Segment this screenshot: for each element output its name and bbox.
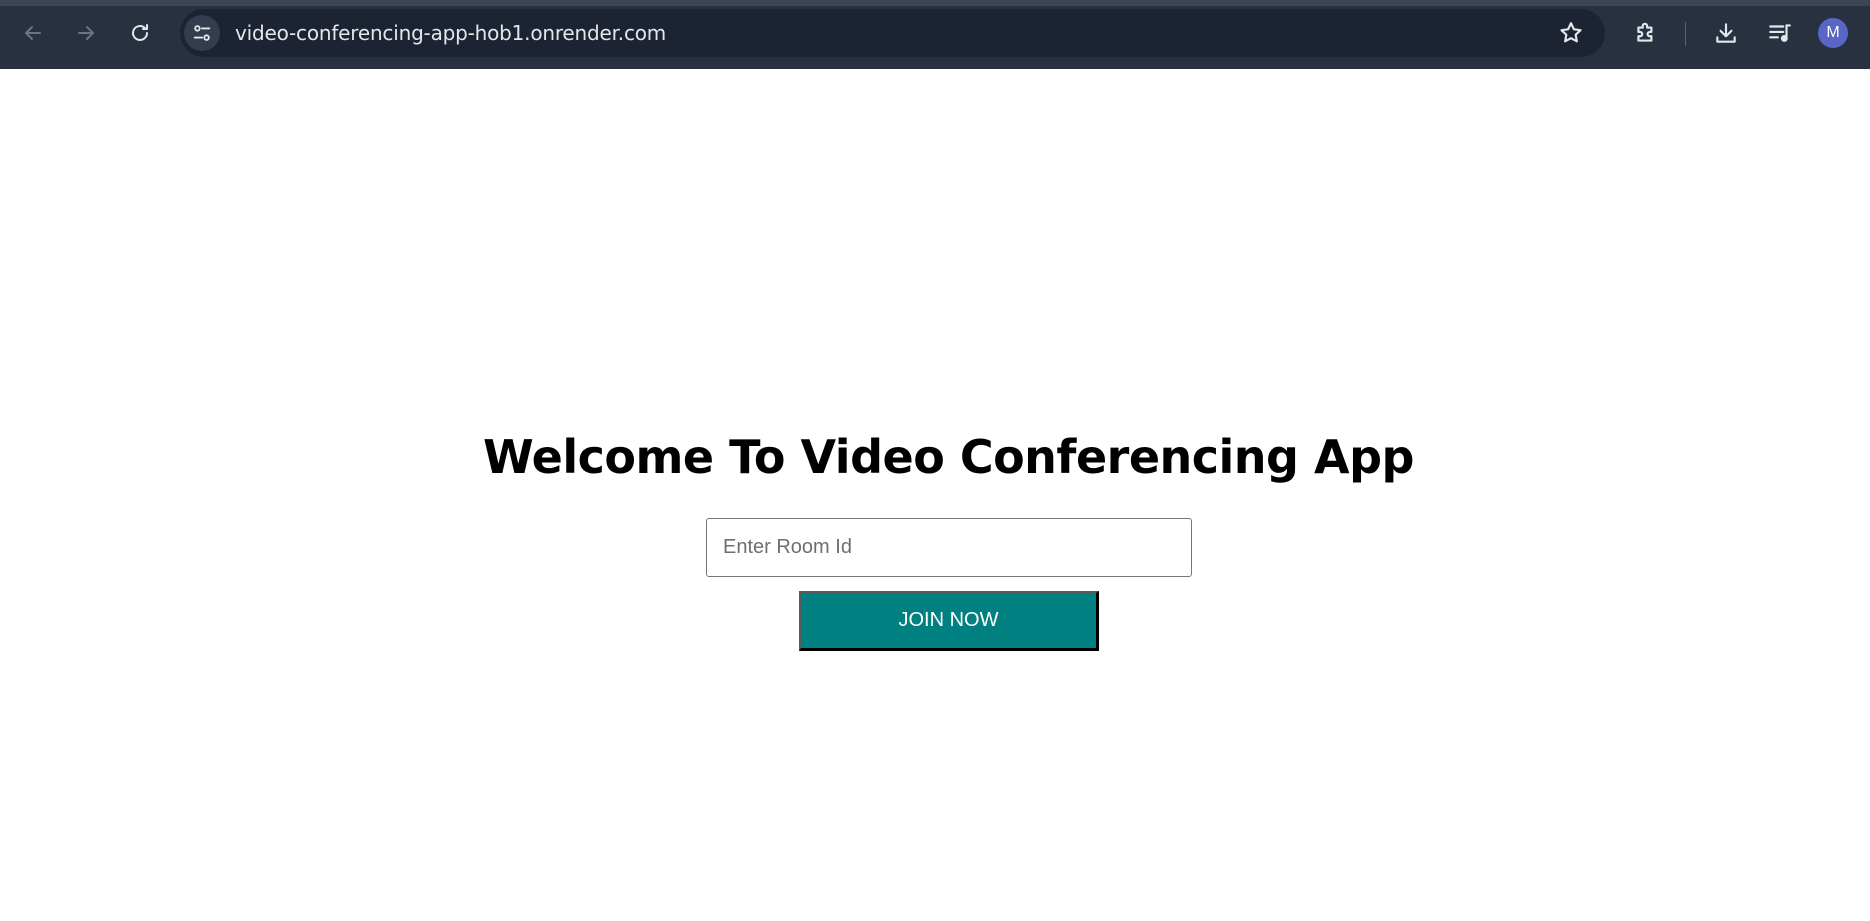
extensions-button[interactable] [1630,17,1662,49]
arrow-left-icon [25,26,41,40]
puzzle-icon [1637,22,1653,42]
url-text[interactable]: video-conferencing-app-hob1.onrender.com [235,9,666,57]
page-title: Welcome To Video Conferencing App [483,430,1414,484]
reload-icon [132,24,148,41]
room-id-input[interactable] [706,518,1192,577]
browser-toolbar: video-conferencing-app-hob1.onrender.com… [0,0,1870,69]
profile-avatar[interactable]: M [1818,18,1848,48]
download-icon [1716,23,1736,43]
back-button[interactable] [15,15,51,51]
address-bar[interactable]: video-conferencing-app-hob1.onrender.com [180,9,1605,57]
tune-icon [193,25,211,41]
join-now-button[interactable]: JOIN NOW [799,591,1099,651]
reload-button[interactable] [122,15,158,51]
downloads-button[interactable] [1710,17,1742,49]
star-icon [1560,22,1582,43]
site-info-button[interactable] [184,15,220,51]
forward-button[interactable] [68,15,104,51]
playlist-music-icon [1769,24,1791,42]
media-controls-button[interactable] [1764,17,1796,49]
arrow-right-icon [78,26,94,40]
toolbar-divider [1685,22,1686,46]
bookmark-button[interactable] [1557,19,1585,47]
